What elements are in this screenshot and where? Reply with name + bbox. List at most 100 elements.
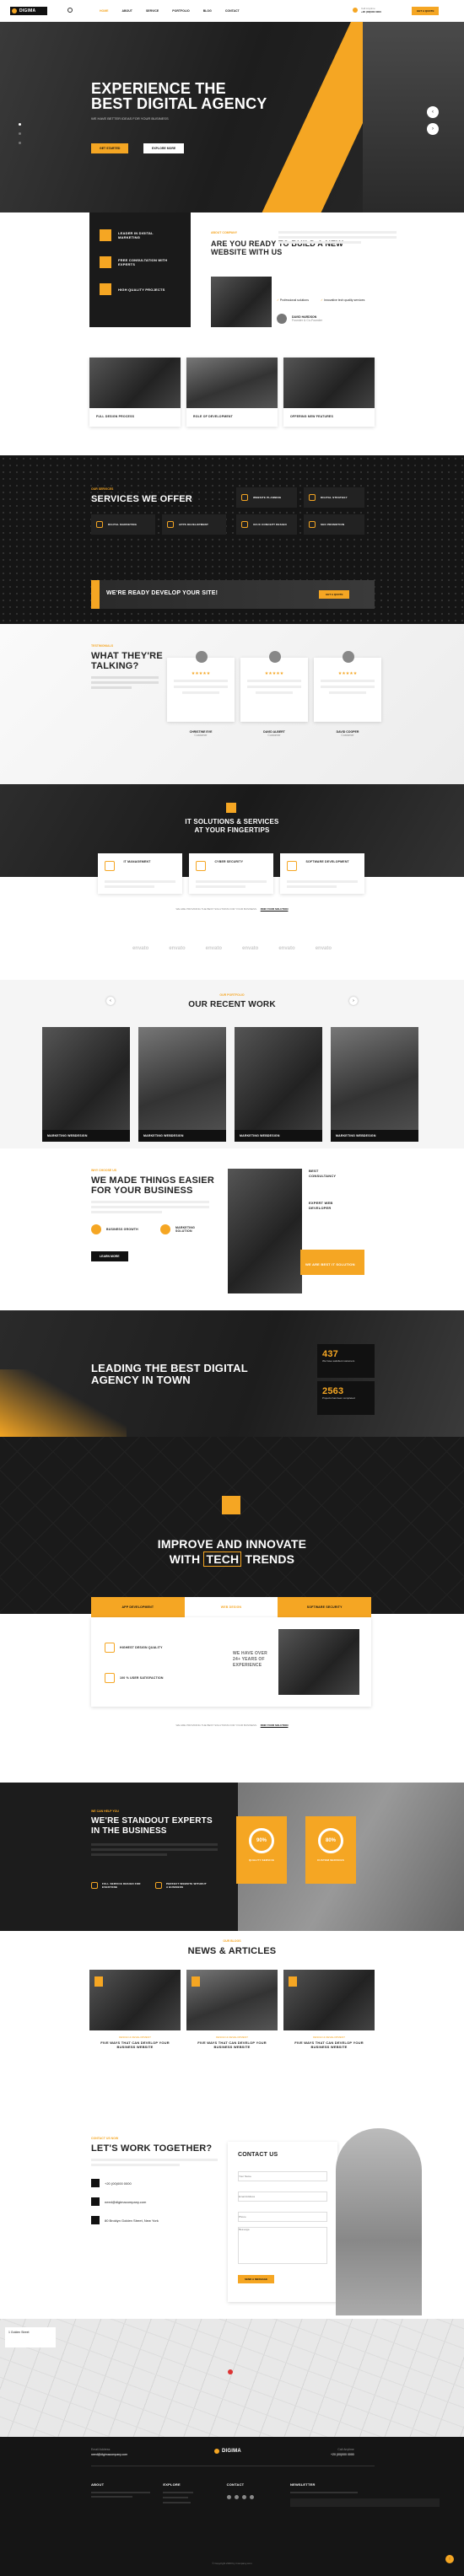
slide-dot-1[interactable]	[19, 123, 21, 126]
experience-text: WE HAVE OVER 24+ YEARS OF EXPERIENCE	[233, 1651, 267, 1668]
nav-phone: Call Anytime +20 (00)000 0000	[361, 7, 381, 13]
project-card[interactable]: FULL DESIGN PROCESS	[89, 358, 181, 427]
phone-field[interactable]	[238, 2212, 327, 2222]
contact-phone[interactable]: +20 (00)000 0000	[105, 2181, 132, 2186]
instagram-icon[interactable]	[241, 2495, 246, 2499]
news-card[interactable]: DESIGN & DEVELOPMENT FIVE WAYS THAT CAN …	[283, 1970, 375, 2071]
find-solution-link[interactable]: FIND YOUR SOLUTION	[261, 907, 289, 911]
twitter-icon[interactable]	[234, 2495, 239, 2499]
name-field[interactable]	[238, 2171, 327, 2181]
easier-badge: WE ARE BEST IT SOLUTION COMPANY	[300, 1250, 364, 1282]
send-message-button[interactable]: SEND A MESSAGE	[238, 2275, 274, 2283]
slider-prev-button[interactable]: ‹	[427, 106, 439, 118]
newsletter-input[interactable]	[289, 2498, 440, 2507]
solution-card[interactable]: SOFTWARE DEVELOPMENT	[280, 853, 364, 894]
testimonial-card[interactable]: ★★★★★	[167, 651, 235, 722]
explore-more-button[interactable]: EXPLORE MORE	[143, 143, 185, 153]
work-item[interactable]: MARKETING WEBDESIGN	[138, 1027, 226, 1142]
solution-card[interactable]: IT MANAGEMENT	[98, 853, 182, 894]
news-headline[interactable]: FIVE WAYS THAT CAN DEVELOP YOUR BUSINESS…	[89, 2039, 181, 2051]
banner-quote-button[interactable]: GET A QUOTE	[319, 590, 350, 599]
message-field[interactable]	[238, 2227, 327, 2264]
footer-email-value[interactable]: need@digimacompany.com	[91, 2452, 127, 2457]
menu-contact[interactable]: CONTACT	[225, 9, 240, 13]
slide-dot-2[interactable]	[19, 132, 21, 135]
slide-dot-3[interactable]	[19, 142, 21, 144]
news-headline[interactable]: FIVE WAYS THAT CAN DEVELOP YOUR BUSINESS…	[186, 2039, 278, 2051]
menu-service[interactable]: SERVICE	[146, 9, 159, 13]
about-section: LEADER IN DIGITAL MARKETING FREE CONSULT…	[0, 212, 464, 339]
work-item[interactable]: MARKETING WEBDESIGN	[331, 1027, 418, 1142]
slider-next-button[interactable]: ›	[427, 123, 439, 135]
website-icon	[155, 1882, 162, 1889]
facebook-icon[interactable]	[226, 2495, 231, 2499]
tab-app-development[interactable]: APP DEVELOPMENT	[91, 1597, 185, 1617]
work-next-button[interactable]: ›	[349, 997, 358, 1005]
search-icon[interactable]	[67, 8, 73, 13]
work-item[interactable]: MARKETING WEBDESIGN	[42, 1027, 130, 1142]
tab-web-design[interactable]: WEB DESIGN	[184, 1597, 278, 1617]
quote-button[interactable]: GET A QUOTE	[412, 7, 440, 15]
date-badge	[94, 1976, 103, 1987]
panel-item-label: HIGHEST DESIGN QUALITY	[120, 1646, 163, 1649]
testimonial-tag: TESTIMONIALS	[91, 644, 114, 648]
progress-value: 80%	[325, 1838, 336, 1843]
expert-feature: FULL SERVICE DESIGN FOR EVERYONE	[91, 1882, 143, 1889]
testimonial-card[interactable]: ★★★★★	[240, 651, 308, 722]
leading-title-line1: LEADING THE BEST DIGITAL	[91, 1362, 248, 1374]
service-item[interactable]: APPS DEVELOPMENT	[162, 514, 226, 535]
find-solution-link[interactable]: FIND YOUR SOLUTION	[261, 1724, 289, 1727]
testimonial-card[interactable]: ★★★★★	[314, 651, 381, 722]
map[interactable]: 1 Golden Street	[0, 2319, 464, 2437]
solution-card[interactable]: CYBER SECURITY	[189, 853, 273, 894]
logo-text: DIGIMA	[222, 2449, 241, 2454]
contact-person-photo	[336, 2128, 422, 2315]
testimonial-author: DAVID ALBERT Customer	[240, 730, 308, 737]
service-item[interactable]: SEO PROMOTION	[304, 514, 364, 535]
menu-blog[interactable]: BLOG	[203, 9, 212, 13]
brand-logo: envato	[278, 946, 295, 951]
phone-number[interactable]: +20 (00)000 0000	[361, 10, 381, 13]
about-tag: ABOUT COMPANY	[211, 231, 238, 234]
services-title: SERVICES WE OFFER	[91, 494, 192, 504]
tab-software-security[interactable]: SOFTWARE SECURITY	[278, 1597, 372, 1617]
easier-section: WHY CHOOSE US WE MADE THINGS EASIER FOR …	[0, 1148, 464, 1310]
easier-side: BEST CONSULTANCY EXPERT WEB DEVELOPER	[309, 1169, 343, 1211]
feature-item: FREE CONSULTATION WITH EXPERTS	[100, 256, 181, 268]
service-item[interactable]: UI/UX CONCEPT DESIGN	[236, 514, 297, 535]
project-image	[186, 358, 278, 408]
work-item[interactable]: MARKETING WEBDESIGN	[235, 1027, 322, 1142]
news-card[interactable]: DESIGN & DEVELOPMENT FIVE WAYS THAT CAN …	[89, 1970, 181, 2071]
email-field[interactable]	[238, 2191, 327, 2202]
service-item[interactable]: WEBSITE PLANNING	[236, 487, 297, 508]
footer-columns: ABOUT EXPLORE CONTACT NEWSLETTER	[91, 2482, 440, 2507]
footer-col-contact: CONTACT	[226, 2482, 278, 2507]
service-label: UI/UX CONCEPT DESIGN	[253, 523, 287, 526]
news-card[interactable]: DESIGN & DEVELOPMENT FIVE WAYS THAT CAN …	[186, 1970, 278, 2071]
improve-title-line1: IMPROVE AND INNOVATE	[157, 1537, 307, 1551]
experts-title-line1: WE'RE STANDOUT EXPERTS	[91, 1816, 213, 1826]
linkedin-icon[interactable]	[249, 2495, 254, 2499]
work-label: MARKETING WEBDESIGN	[42, 1130, 130, 1142]
stat-box: 437 We have satisfied customers	[317, 1344, 375, 1378]
footer-col-title: ABOUT	[91, 2482, 105, 2487]
menu-home[interactable]: HOME	[100, 9, 109, 13]
scroll-top-button[interactable]: ↑	[445, 2555, 454, 2563]
learn-more-button[interactable]: LEARN MORE	[91, 1251, 128, 1261]
footer-logo[interactable]: DIGIMA	[214, 2449, 241, 2454]
check-1: ✓ Professional solutions	[277, 298, 309, 302]
contact-email[interactable]: need@digimacompany.com	[105, 2200, 146, 2204]
brand-logo: envato	[169, 946, 186, 951]
service-item[interactable]: DIGITAL MARKETING	[91, 514, 155, 535]
service-item[interactable]: DIGITAL STRATEGY	[304, 487, 364, 508]
menu-about[interactable]: ABOUT	[122, 9, 132, 13]
work-prev-button[interactable]: ‹	[106, 997, 115, 1005]
news-headline[interactable]: FIVE WAYS THAT CAN DEVELOP YOUR BUSINESS…	[283, 2039, 375, 2051]
project-card[interactable]: OFFERING NEW FEATURES	[283, 358, 375, 427]
footer-phone-value[interactable]: +20 (00)000 0000	[331, 2452, 354, 2457]
logo[interactable]: DIGIMA	[10, 7, 47, 15]
service-label: DIGITAL MARKETING	[108, 523, 138, 526]
get-started-button[interactable]: GET STARTED	[91, 143, 129, 153]
menu-portfolio[interactable]: PORTFOLIO	[172, 9, 189, 13]
project-card[interactable]: ROLE OF DEVELOPMENT	[186, 358, 278, 427]
